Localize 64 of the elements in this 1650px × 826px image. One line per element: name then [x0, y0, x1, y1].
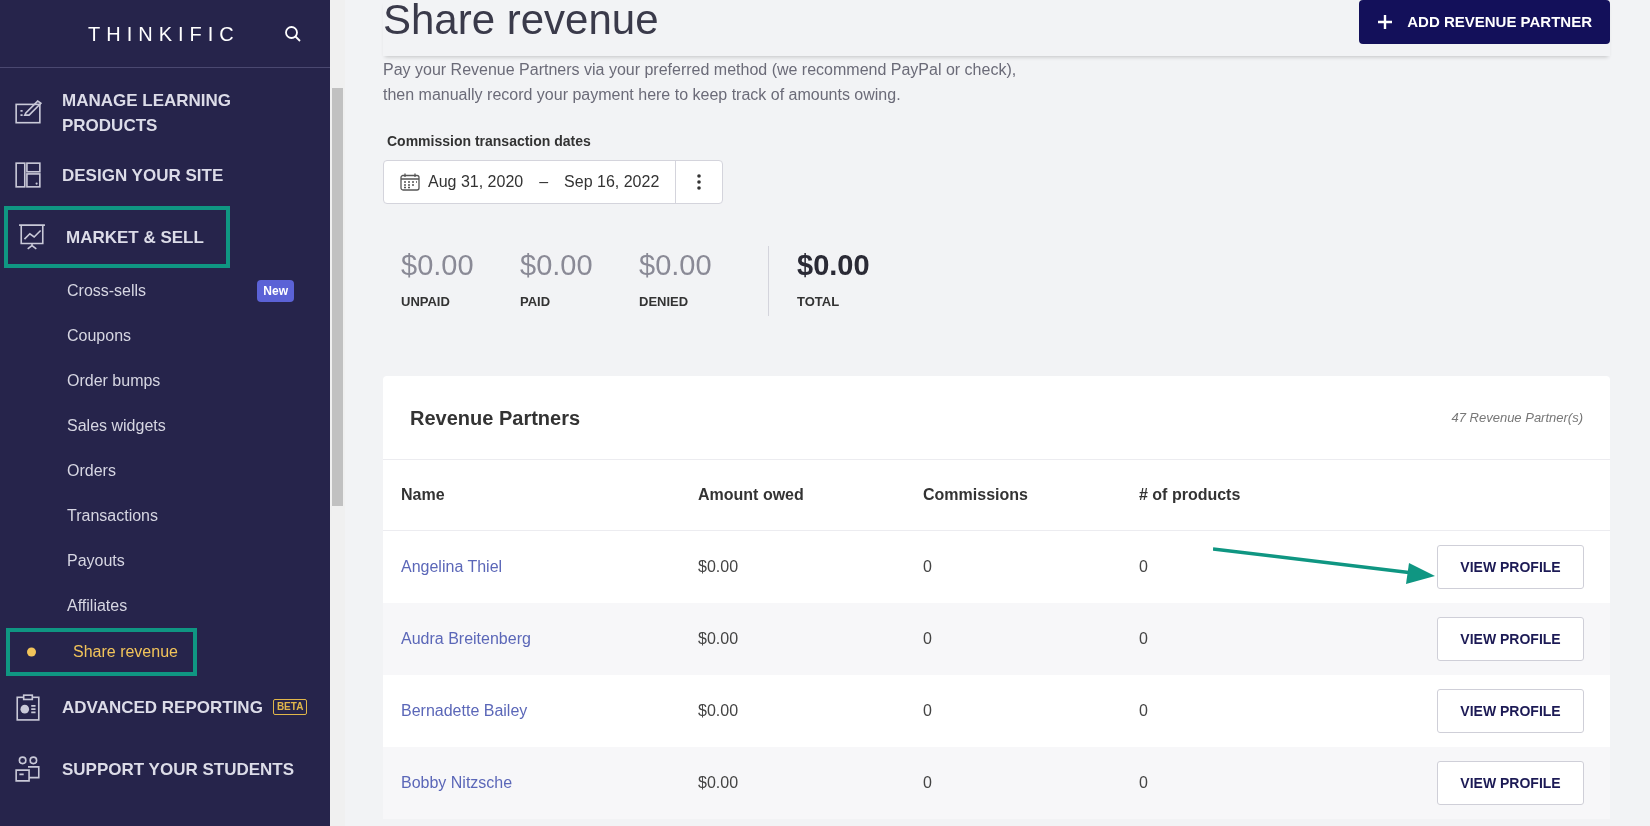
table-cell-text: $0.00 — [698, 557, 740, 577]
partner-name-link[interactable]: Audra Breitenberg — [401, 627, 698, 651]
date-filter-label: Commission transaction dates — [387, 132, 592, 151]
table-cell-text: 0 — [923, 773, 933, 793]
new-badge: New — [257, 279, 294, 302]
partner-name-link[interactable]: Angelina Thiel — [401, 555, 698, 579]
column-header: Commissions — [923, 485, 1029, 505]
sidebar-subitem[interactable]: Coupons — [0, 313, 310, 358]
page-title: Share revenue — [383, 0, 659, 44]
table-cell-text: $0.00 — [698, 773, 740, 793]
scrollbar[interactable] — [330, 0, 345, 826]
table-cell-text: 0 — [1139, 701, 1149, 721]
plus-icon — [1377, 14, 1394, 30]
table-cell-text: 0 — [1139, 629, 1149, 649]
easel-chart-icon — [18, 223, 46, 251]
layout-icon — [14, 161, 42, 189]
table-cell-text: $0.00 — [698, 629, 740, 649]
description-text: Pay your Revenue Partners via your preferred method (we recommend PayPal or check), then manually record your payment here to keep track of amounts owing. — [383, 60, 1018, 105]
scrollbar-thumb[interactable] — [332, 88, 343, 506]
stat-label: TOTAL — [797, 293, 841, 311]
sidebar-subitem[interactable]: Cross-sells New — [0, 268, 310, 313]
people-icon — [14, 755, 42, 783]
partner-count: 47 Revenue Partner(s) — [1451, 408, 1583, 427]
table-cell-text: $0.00 — [698, 701, 740, 721]
table-cell-text: 0 — [923, 701, 933, 721]
column-header: Name — [401, 485, 446, 505]
stat-value: $0.00 — [401, 248, 475, 283]
partner-name-link[interactable]: Bobby Nitzsche — [401, 771, 698, 795]
table-cell-text: 0 — [923, 557, 933, 577]
column-header: Amount owed — [698, 485, 805, 505]
search-icon[interactable] — [283, 24, 302, 43]
view-profile-button[interactable]: VIEW PROFILE — [1437, 761, 1584, 805]
card-title: Revenue Partners — [410, 405, 581, 431]
partner-name-link[interactable]: Bernadette Bailey — [401, 699, 698, 723]
column-header: # of products — [1139, 485, 1242, 505]
stat-label: UNPAID — [401, 293, 451, 311]
sidebar-section[interactable]: ADVANCED REPORTING BETA — [0, 676, 310, 738]
table-cell-text: 0 — [1139, 557, 1149, 577]
sidebar-section[interactable]: MANAGE LEARNING PRODUCTS — [0, 82, 310, 144]
sidebar-subitem[interactable]: Affiliates — [0, 583, 310, 628]
view-profile-button[interactable]: VIEW PROFILE — [1437, 617, 1584, 661]
sidebar-section[interactable]: MARKET & SELL — [4, 206, 230, 268]
table-cell-text: 0 — [1139, 773, 1149, 793]
sidebar-subitem[interactable]: Order bumps — [0, 358, 310, 403]
add-revenue-partner-button[interactable]: ADD REVENUE PARTNER — [1359, 0, 1610, 44]
stat-value: $0.00 — [639, 248, 713, 283]
logo-text: THINKIFIC — [88, 21, 240, 47]
stat-label: DENIED — [639, 293, 690, 311]
sidebar-subitem[interactable]: Sales widgets — [0, 403, 310, 448]
sidebar-section[interactable]: SUPPORT YOUR STUDENTS — [0, 738, 310, 800]
stat-label: PAID — [520, 293, 552, 311]
edit-icon — [14, 99, 42, 127]
sidebar-section[interactable]: DESIGN YOUR SITE — [0, 144, 310, 206]
stat-value: $0.00 — [520, 248, 594, 283]
clipboard-chart-icon — [14, 693, 42, 721]
beta-tag: BETA — [272, 699, 308, 715]
sidebar-subitem[interactable]: Share revenue — [6, 628, 197, 676]
table-cell-text: 0 — [923, 629, 933, 649]
sidebar-subitem[interactable]: Orders — [0, 448, 310, 493]
view-profile-button[interactable]: VIEW PROFILE — [1437, 545, 1584, 589]
sidebar-subitem[interactable]: Payouts — [0, 538, 310, 583]
view-profile-button[interactable]: VIEW PROFILE — [1437, 689, 1584, 733]
stat-value: $0.00 — [797, 248, 870, 283]
sidebar-subitem[interactable]: Transactions — [0, 493, 310, 538]
